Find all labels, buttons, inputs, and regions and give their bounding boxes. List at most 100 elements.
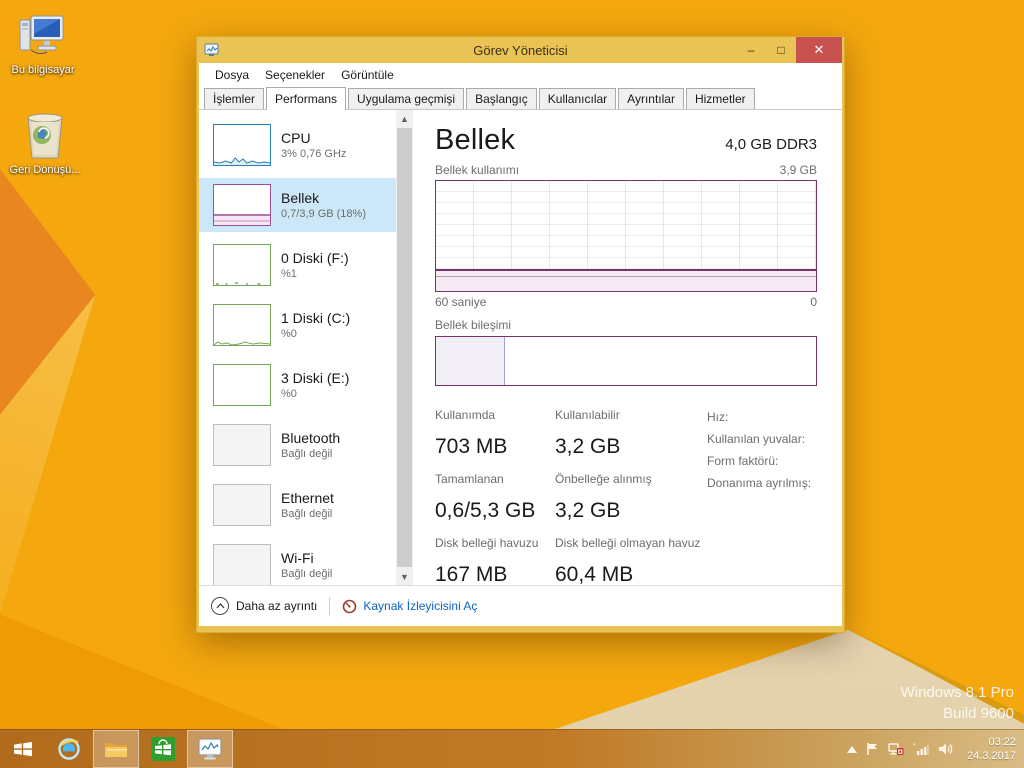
scrollbar-up-icon[interactable]: ▲ [396, 110, 413, 127]
svg-text:*: * [913, 743, 916, 750]
fewer-details-label[interactable]: Daha az ayrıntı [236, 599, 317, 613]
network-mini-chart [213, 484, 271, 526]
sidebar-item-detail: %1 [281, 267, 349, 281]
stat-label: Önbelleğe alınmış [555, 472, 652, 486]
show-hidden-icons-button[interactable] [847, 746, 857, 753]
stat-value: 167 MB [435, 563, 507, 585]
hw-label-slots: Kullanılan yuvalar: [707, 428, 811, 450]
desktop-icon-label: Geri Dönüşü... [10, 164, 81, 177]
stat-value: 0,6/5,3 GB [435, 499, 535, 522]
tab-services[interactable]: Hizmetler [686, 88, 755, 109]
tab-performance[interactable]: Performans [266, 87, 346, 110]
composition-used-segment [436, 337, 505, 385]
open-resource-monitor-link[interactable]: Kaynak İzleyicisini Aç [363, 599, 477, 613]
taskbar-item-file-explorer[interactable] [93, 730, 139, 768]
network-mini-chart [213, 544, 271, 585]
memory-usage-chart[interactable] [435, 180, 817, 292]
minimize-button[interactable]: – [736, 37, 766, 63]
network-mini-chart [213, 424, 271, 466]
desktop-icon-label: Bu bilgisayar [12, 64, 75, 77]
sidebar-item-name: Bluetooth [281, 430, 340, 447]
close-button[interactable]: ✕ [796, 37, 842, 63]
stat-value: 60,4 MB [555, 563, 633, 585]
window-client-area: Dosya Seçenekler Görüntüle İşlemler Perf… [199, 63, 842, 626]
sidebar-item-detail: %0 [281, 387, 349, 401]
stat-label: Disk belleği olmayan havuz [555, 536, 700, 550]
tab-processes[interactable]: İşlemler [204, 88, 264, 109]
desktop-icon-this-pc[interactable]: Bu bilgisayar [4, 10, 82, 77]
sidebar-item-cpu[interactable]: CPU 3% 0,76 GHz [199, 118, 396, 172]
sidebar-item-wifi[interactable]: Wi-Fi Bağlı değil [199, 538, 396, 585]
clock-time: 03:22 [967, 735, 1016, 749]
start-button[interactable] [0, 730, 46, 768]
hw-label-hw-reserved: Donanıma ayrılmış: [707, 472, 811, 494]
sidebar-item-disk-f[interactable]: 0 Diski (F:) %1 [199, 238, 396, 292]
memory-composition-bar[interactable] [435, 336, 817, 386]
sidebar-item-disk-c[interactable]: 1 Diski (C:) %0 [199, 298, 396, 352]
footer-divider [329, 597, 330, 615]
sidebar-item-detail: %0 [281, 327, 350, 341]
network-disconnected-icon[interactable] [888, 742, 904, 756]
action-center-flag-icon[interactable] [866, 742, 879, 756]
tab-strip: İşlemler Performans Uygulama geçmişi Baş… [199, 87, 842, 110]
windows-version-watermark: Windows 8.1 Pro Build 9600 [901, 682, 1014, 724]
desktop-icon-recycle-bin[interactable]: Geri Dönüşü... [6, 108, 84, 177]
disk-mini-chart [213, 364, 271, 406]
taskbar-item-internet-explorer[interactable] [46, 730, 92, 768]
volume-icon[interactable] [938, 742, 954, 756]
sidebar-item-detail: Bağlı değil [281, 447, 340, 461]
sidebar-item-ethernet[interactable]: Ethernet Bağlı değil [199, 478, 396, 532]
sidebar-item-memory[interactable]: Bellek 0,7/3,9 GB (18%) [199, 178, 396, 232]
stat-label: Kullanımda [435, 408, 495, 422]
taskbar-clock[interactable]: 03:22 24.3.2017 [963, 735, 1016, 763]
tab-startup[interactable]: Başlangıç [466, 88, 537, 109]
tab-details[interactable]: Ayrıntılar [618, 88, 684, 109]
wireless-signal-icon[interactable]: * [913, 742, 929, 756]
stat-label: Tamamlanan [435, 472, 504, 486]
tab-users[interactable]: Kullanıcılar [539, 88, 616, 109]
chevron-up-icon [216, 603, 225, 609]
file-explorer-icon [103, 736, 129, 762]
axis-label-left: 60 saniye [435, 295, 486, 309]
taskbar-item-task-manager[interactable] [187, 730, 233, 768]
menu-file[interactable]: Dosya [207, 68, 257, 82]
menu-view[interactable]: Görüntüle [333, 68, 402, 82]
watermark-build: Build 9600 [901, 703, 1014, 724]
maximize-button[interactable]: □ [766, 37, 796, 63]
tab-app-history[interactable]: Uygulama geçmişi [348, 88, 464, 109]
fewer-details-button[interactable] [211, 597, 229, 615]
sidebar-item-detail: Bağlı değil [281, 507, 334, 521]
taskbar-item-windows-store[interactable] [140, 730, 186, 768]
taskbar-empty-area [234, 730, 847, 768]
scrollbar-down-icon[interactable]: ▼ [396, 568, 413, 585]
performance-sidebar: CPU 3% 0,76 GHz [199, 110, 396, 585]
sidebar-item-detail: 0,7/3,9 GB (18%) [281, 207, 366, 221]
scrollbar-thumb[interactable] [397, 128, 412, 567]
computer-icon [17, 10, 69, 62]
chevron-up-icon [847, 746, 857, 753]
menu-bar: Dosya Seçenekler Görüntüle [199, 63, 842, 87]
sidebar-scrollbar[interactable]: ▲ ▼ [396, 110, 413, 585]
memory-stats: Kullanımda Kullanılabilir 703 MB 3,2 GB … [435, 406, 695, 585]
cpu-mini-chart [213, 124, 271, 166]
sidebar-item-disk-e[interactable]: 3 Diski (E:) %0 [199, 358, 396, 412]
sidebar-item-bluetooth[interactable]: Bluetooth Bağlı değil [199, 418, 396, 472]
sidebar-item-name: 3 Diski (E:) [281, 370, 349, 387]
usage-chart-max: 3,9 GB [780, 163, 817, 177]
menu-options[interactable]: Seçenekler [257, 68, 333, 82]
recycle-bin-icon [22, 108, 68, 162]
window-footer: Daha az ayrıntı Kaynak İzleyicisini Aç [199, 585, 842, 626]
panel-title: Bellek [435, 124, 515, 157]
task-manager-window: Görev Yöneticisi – □ ✕ Dosya Seçenekler … [196, 36, 845, 633]
memory-detail-panel: Bellek 4,0 GB DDR3 Bellek kullanımı 3,9 … [413, 110, 842, 585]
disk-mini-chart [213, 244, 271, 286]
stat-label: Disk belleği havuzu [435, 536, 538, 550]
windows-store-icon [150, 736, 176, 762]
title-bar[interactable]: Görev Yöneticisi – □ ✕ [199, 37, 842, 63]
watermark-edition: Windows 8.1 Pro [901, 682, 1014, 703]
sidebar-item-name: Wi-Fi [281, 550, 332, 567]
stat-label: Kullanılabilir [555, 408, 620, 422]
clock-date: 24.3.2017 [967, 749, 1016, 763]
memory-hardware-info: Hız: Kullanılan yuvalar: Form faktörü: D… [707, 406, 811, 585]
hw-label-speed: Hız: [707, 406, 811, 428]
